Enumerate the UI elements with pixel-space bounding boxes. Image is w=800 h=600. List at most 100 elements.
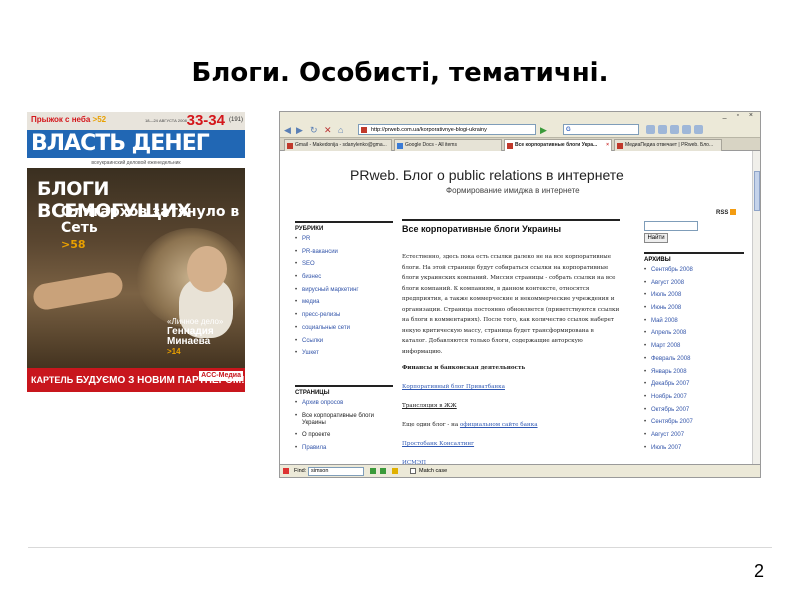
- blog-search-button[interactable]: Найти: [644, 233, 668, 243]
- illustration-hand: [31, 270, 125, 312]
- find-next-icon[interactable]: [370, 468, 376, 474]
- site-subtitle: Формирование имиджа в интернете: [446, 186, 580, 195]
- rubrics-heading: РУБРИКИ: [295, 221, 393, 232]
- page-link[interactable]: Правила: [295, 445, 393, 452]
- browser-window: _ ▫ × ◀ ▶ ↻ ✕ ⌂ http://prweb.com.ua/korp…: [279, 111, 761, 478]
- vertical-scrollbar[interactable]: [752, 151, 760, 466]
- find-previous-icon[interactable]: [380, 468, 386, 474]
- magazine-date: 18—24 АВГУСТА 2008: [145, 118, 187, 123]
- magazine-subhead: Олигархов затянуло в Сеть >58: [61, 204, 240, 251]
- page-link[interactable]: Архив опросов: [295, 400, 393, 407]
- find-bar: Find: simson Match case: [280, 464, 760, 477]
- archive-link[interactable]: Август 2007: [644, 432, 744, 439]
- site-title[interactable]: PRweb. Блог о public relations в интерне…: [350, 167, 624, 183]
- browser-navbar: ◀ ▶ ↻ ✕ ⌂ http://prweb.com.ua/korporativ…: [280, 122, 760, 138]
- search-engine-box[interactable]: G: [563, 124, 639, 135]
- archive-link[interactable]: Июль 2008: [644, 292, 744, 299]
- post-title: Все корпоративные блоги Украины: [402, 219, 620, 234]
- blog-link[interactable]: Корпоративный блог Приватбанка: [402, 384, 505, 390]
- partner-logo: ACC-Медиа: [199, 371, 243, 381]
- forward-icon[interactable]: ▶: [296, 125, 303, 136]
- archive-link[interactable]: Февраль 2008: [644, 356, 744, 363]
- archive-link[interactable]: Сентябрь 2007: [644, 419, 744, 426]
- right-sidebar: Найти АРХИВЫ Сентябрь 2008 Август 2008 И…: [644, 219, 744, 457]
- bookmark-icon: [646, 125, 655, 134]
- archive-link[interactable]: Апрель 2008: [644, 330, 744, 337]
- find-label: Find:: [294, 468, 307, 474]
- print-icon: [694, 125, 703, 134]
- magazine-issue-number: (191): [228, 117, 243, 123]
- highlight-icon[interactable]: [392, 468, 398, 474]
- tab-mediapedia[interactable]: МедиаПедиа отвечает | PRweb. Бло...: [614, 139, 722, 151]
- rubric-item[interactable]: Ушкет: [295, 350, 393, 357]
- stop-icon[interactable]: ✕: [324, 125, 332, 136]
- blog-search-input[interactable]: [644, 221, 698, 231]
- prweb-icon: [507, 143, 513, 149]
- post-section-heading: Финансы и банковская деятельность: [402, 365, 526, 371]
- find-input[interactable]: simson: [308, 467, 364, 476]
- address-bar[interactable]: http://prweb.com.ua/korporativnye-blogi-…: [358, 124, 536, 135]
- back-icon[interactable]: ◀: [284, 125, 291, 136]
- scrollbar-thumb[interactable]: [754, 171, 760, 211]
- magazine-tagline: всеукраинский деловой еженедельник: [27, 158, 245, 168]
- slide-number: 2: [753, 561, 764, 581]
- slide-title: Блоги. Особисті, тематичні.: [191, 58, 609, 88]
- rubrics-sidebar: РУБРИКИ PR PR-вакансии SEO бизнес вирусн…: [295, 221, 393, 363]
- pages-sidebar: СТРАНИЦЫ Архив опросов Все корпоративные…: [295, 385, 393, 458]
- home-icon[interactable]: ⌂: [338, 125, 343, 135]
- rubric-item[interactable]: Ссылки: [295, 338, 393, 345]
- toolbar-icons[interactable]: [646, 125, 706, 136]
- archive-link[interactable]: Декабрь 2007: [644, 381, 744, 388]
- rubric-item[interactable]: медиа: [295, 299, 393, 306]
- rubric-item[interactable]: бизнес: [295, 274, 393, 281]
- footer-divider: [28, 547, 772, 548]
- archive-link[interactable]: Июнь 2008: [644, 305, 744, 312]
- archive-link[interactable]: Март 2008: [644, 343, 744, 350]
- blog-link[interactable]: официальном сайте банка: [460, 422, 538, 428]
- rubric-item[interactable]: PR-вакансии: [295, 249, 393, 256]
- browser-titlebar: _ ▫ ×: [280, 112, 760, 122]
- match-case-label: Match case: [419, 468, 448, 474]
- archive-link[interactable]: Июль 2007: [644, 445, 744, 452]
- blog-link[interactable]: Простобанк Консалтинг: [402, 441, 474, 447]
- reload-icon[interactable]: ↻: [310, 125, 318, 136]
- go-icon[interactable]: ▶: [540, 125, 547, 136]
- close-find-icon[interactable]: [283, 468, 289, 474]
- magazine-top-strip: Прыжок с неба >52 18—24 АВГУСТА 2008 33-…: [27, 112, 245, 130]
- archive-link[interactable]: Ноябрь 2007: [644, 394, 744, 401]
- page-link[interactable]: О проекте: [295, 432, 393, 439]
- archive-link[interactable]: Октябрь 2007: [644, 407, 744, 414]
- page-viewport: PRweb. Блог о public relations в интерне…: [280, 151, 754, 466]
- archive-link[interactable]: Май 2008: [644, 318, 744, 325]
- post-body: Естественно, здесь пока есть ссылки дале…: [402, 254, 620, 355]
- gmail-icon: [287, 143, 293, 149]
- archive-link[interactable]: Август 2008: [644, 280, 744, 287]
- window-controls[interactable]: _ ▫ ×: [723, 112, 757, 119]
- magazine-jump-teaser: Прыжок с неба >52: [31, 115, 107, 124]
- download-icon: [670, 125, 679, 134]
- tab-google-docs[interactable]: Google Docs - All items: [394, 139, 502, 151]
- rss-link[interactable]: RSS: [716, 209, 737, 216]
- prweb-icon: [617, 143, 623, 149]
- match-case-checkbox[interactable]: [410, 468, 416, 474]
- magazine-issue: 33-34: [186, 112, 225, 129]
- tab-gmail[interactable]: Gmail - Makedonija - sdanylenko@gma...: [284, 139, 392, 151]
- archive-link[interactable]: Январь 2008: [644, 369, 744, 376]
- rubric-item[interactable]: вирусный маркетинг: [295, 287, 393, 294]
- rubric-item[interactable]: PR: [295, 236, 393, 243]
- archive-link[interactable]: Сентябрь 2008: [644, 267, 744, 274]
- rubric-item[interactable]: социальные сети: [295, 325, 393, 332]
- magazine-banner: КАРТЕЛЬ БУДУЄМО З НОВИМ ПАРТНЕРОМ! ACC-М…: [27, 368, 245, 392]
- rss-icon: [730, 209, 737, 215]
- tab-strip: Gmail - Makedonija - sdanylenko@gma... G…: [280, 138, 760, 152]
- post: Все корпоративные блоги Украины Естестве…: [402, 219, 620, 466]
- slide: Блоги. Особисті, тематичні. Прыжок с неб…: [0, 0, 800, 600]
- addon-icon: [682, 125, 691, 134]
- rubric-item[interactable]: SEO: [295, 261, 393, 268]
- history-icon: [658, 125, 667, 134]
- archives-heading: АРХИВЫ: [644, 252, 744, 263]
- page-link-current[interactable]: Все корпоративные блоги Украины: [295, 413, 393, 427]
- post-item: Еще один блог - на официальном сайте бан…: [402, 422, 538, 428]
- rubric-item[interactable]: пресс-релизы: [295, 312, 393, 319]
- docs-icon: [397, 143, 403, 149]
